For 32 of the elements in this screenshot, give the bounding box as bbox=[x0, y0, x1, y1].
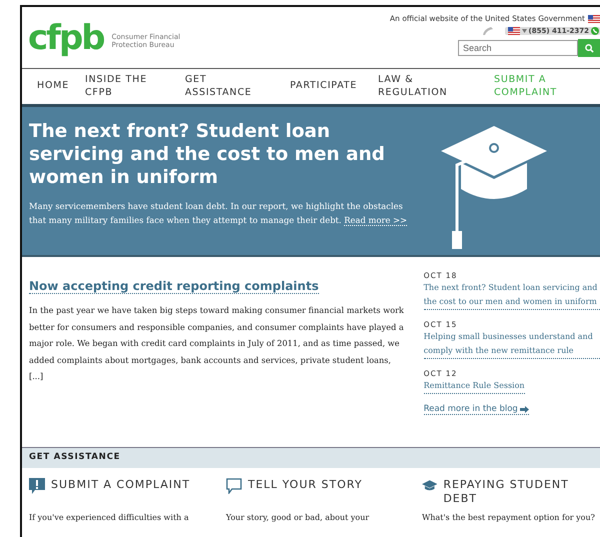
section-header: GET ASSISTANCE bbox=[22, 447, 600, 468]
blog-post-link[interactable]: The next front? Student loan servicing and the cost to our men and women in uniform bbox=[424, 281, 600, 310]
section-text: Your story, good or bad, about your bbox=[226, 513, 370, 522]
nav-link[interactable]: INSIDE THE CFPB bbox=[85, 73, 160, 99]
search-button[interactable] bbox=[578, 39, 600, 57]
speech-bubble-icon bbox=[29, 478, 45, 494]
section-link[interactable]: REPAYING STUDENT DEBT bbox=[443, 478, 600, 506]
read-more-link[interactable]: Read more >> bbox=[344, 215, 408, 226]
phone-icon bbox=[591, 27, 599, 35]
blog-post-link[interactable]: Remittance Rule Session bbox=[424, 379, 525, 394]
article-text: In the past year we have taken big steps toward making consumer financial markets work better for consumers and responsible companies, and consumer complaints have played a major role. We began with credit card complaints in July of 2011, and as time passed, we added complaints about mortgages, bank accounts and services, private student loans, [...] bbox=[29, 304, 405, 383]
caret-icon bbox=[522, 29, 527, 33]
section-link[interactable]: SUBMIT A COMPLAINT bbox=[51, 478, 190, 492]
phone-icon bbox=[482, 26, 494, 36]
section-text: If you've experienced difficulties with a bbox=[29, 513, 190, 522]
blog-link[interactable]: Read more in the blog bbox=[424, 404, 529, 415]
hero-text: Many servicemembers have student loan debt. In our report, we highlight the obstacles that many military families face when they attempt to manage their debt. Read more >> bbox=[29, 200, 408, 227]
article-title-link[interactable]: Now accepting credit reporting complaints bbox=[29, 279, 319, 294]
arrow-icon bbox=[520, 406, 529, 412]
nav-link[interactable]: GET ASSISTANCE bbox=[185, 73, 260, 99]
flag-icon bbox=[508, 27, 520, 35]
blog-post-link[interactable]: Helping small businesses understand and comply with the new remittance rule bbox=[424, 330, 600, 359]
section-link[interactable]: TELL YOUR STORY bbox=[248, 478, 362, 492]
section-text: What's the best repayment option for you? bbox=[422, 513, 596, 522]
nav-link[interactable]: PARTICIPATE bbox=[290, 79, 358, 92]
search-field[interactable]: Search bbox=[458, 40, 578, 56]
hero-title: The next front? Student loan servicing and the cost to men and women in uniform bbox=[29, 120, 386, 189]
nav-link[interactable]: HOME bbox=[37, 79, 70, 92]
flag-icon bbox=[588, 14, 600, 22]
search-icon bbox=[584, 44, 594, 52]
nav-link[interactable]: LAW & REGULATION bbox=[378, 73, 453, 99]
speech-bubble-icon bbox=[226, 478, 242, 494]
